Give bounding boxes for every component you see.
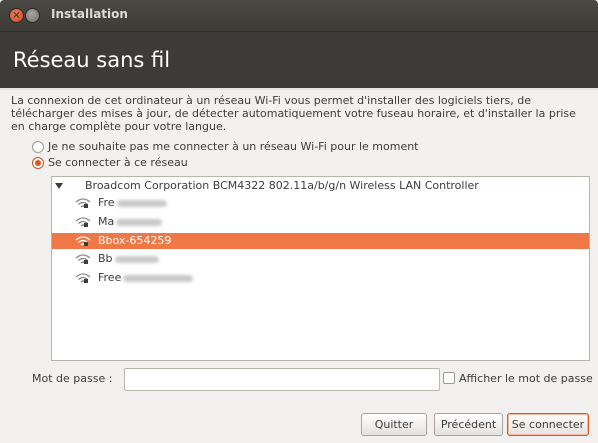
title-bar[interactable]: × Installation: [0, 0, 598, 31]
radio-connect[interactable]: [32, 157, 44, 169]
wifi-signal-icon: [75, 217, 91, 227]
network-item[interactable]: Free: [52, 270, 589, 286]
minimize-window-icon[interactable]: [26, 9, 39, 22]
window-title: Installation: [51, 7, 128, 21]
expander-down-icon[interactable]: [55, 183, 63, 189]
quit-button[interactable]: Quitter: [361, 413, 427, 436]
show-password-label[interactable]: Afficher le mot de passe: [459, 372, 593, 385]
network-ssid: Fre: [98, 195, 167, 211]
network-ssid: Bbox-654259: [98, 234, 172, 247]
page-title: Réseau sans fil: [13, 48, 171, 72]
network-item[interactable]: Bb: [52, 251, 589, 267]
header-divider: [0, 88, 598, 90]
wifi-signal-icon: [75, 254, 91, 264]
network-ssid: Ma: [98, 214, 163, 230]
network-item[interactable]: Fre: [52, 195, 589, 211]
network-list[interactable]: Broadcom Corporation BCM4322 802.11a/b/g…: [51, 176, 590, 361]
network-item-selected[interactable]: Bbox-654259: [52, 233, 589, 249]
password-input[interactable]: [124, 368, 440, 391]
network-ssid: Bb: [98, 251, 159, 267]
installer-window: × Installation Réseau sans fil La connex…: [0, 0, 598, 443]
close-window-icon[interactable]: ×: [10, 9, 23, 22]
intro-text: La connexion de cet ordinateur à un rése…: [11, 94, 576, 133]
network-ssid: Free: [98, 270, 194, 286]
wifi-signal-icon: [75, 236, 91, 246]
option-connect-label: Se connecter à ce réseau: [48, 156, 188, 169]
network-item[interactable]: Ma: [52, 214, 589, 230]
controller-row[interactable]: Broadcom Corporation BCM4322 802.11a/b/g…: [52, 178, 589, 194]
option-no-wifi-label: Je ne souhaite pas me connecter à un rés…: [48, 140, 419, 153]
wifi-signal-icon: [75, 198, 91, 208]
wifi-signal-icon: [75, 273, 91, 283]
back-button[interactable]: Précédent: [434, 413, 503, 436]
controller-name: Broadcom Corporation BCM4322 802.11a/b/g…: [85, 179, 479, 192]
show-password-checkbox[interactable]: [443, 372, 455, 384]
radio-no-wifi[interactable]: [32, 141, 44, 153]
connect-button[interactable]: Se connecter: [507, 413, 589, 436]
password-label: Mot de passe :: [32, 372, 113, 385]
page-header: Réseau sans fil: [0, 31, 598, 89]
